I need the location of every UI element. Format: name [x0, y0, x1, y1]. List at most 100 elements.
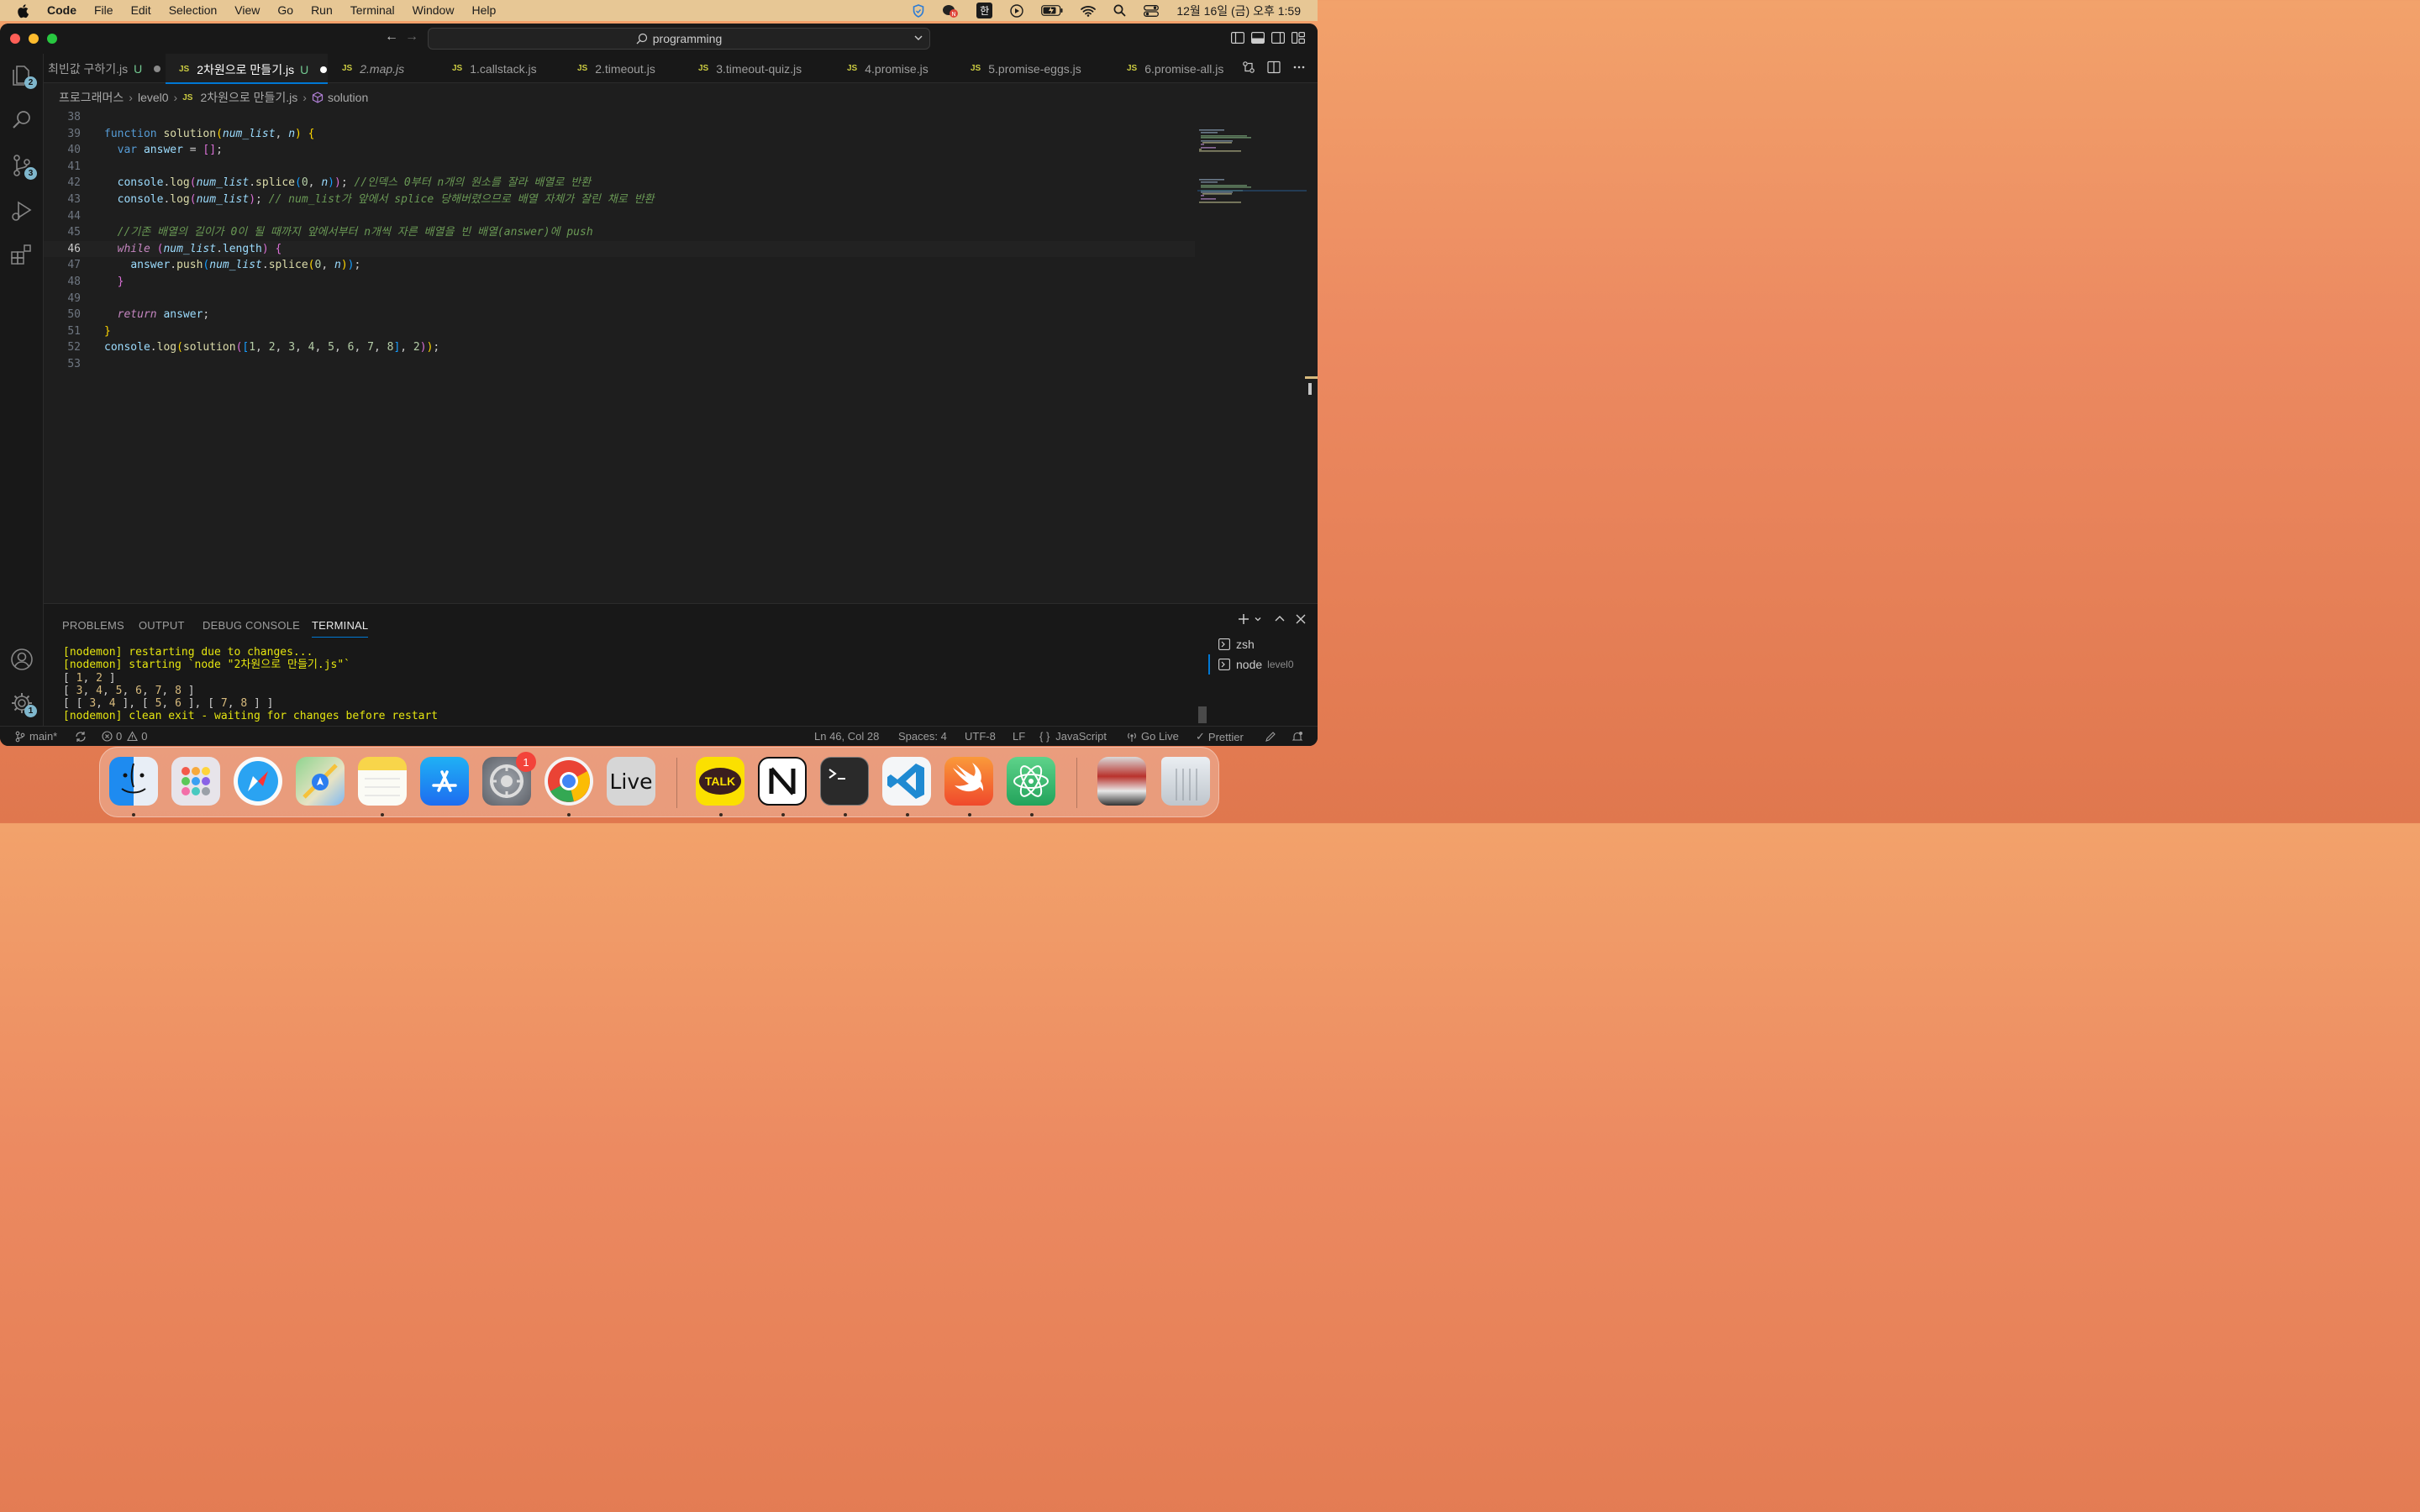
unsaved-dot-icon[interactable]	[154, 65, 161, 72]
run-debug-icon[interactable]	[9, 198, 34, 223]
menu-clock[interactable]: 12월 16일 (금) 오후 1:59	[1176, 3, 1301, 19]
sync-icon[interactable]	[75, 731, 87, 743]
search-icon[interactable]	[9, 108, 34, 133]
close-panel-icon[interactable]	[1294, 612, 1307, 626]
wifi-icon[interactable]	[1081, 5, 1097, 17]
tab-debug-console[interactable]: DEBUG CONSOLE	[203, 619, 300, 632]
breadcrumb-folder[interactable]: 프로그래머스	[59, 89, 124, 106]
swift-playgrounds-icon[interactable]	[944, 757, 993, 806]
forward-arrow-icon[interactable]: →	[405, 29, 418, 45]
end-of-line[interactable]: LF	[1013, 730, 1025, 743]
zoom-window-button[interactable]	[47, 34, 57, 44]
finder-icon[interactable]	[109, 757, 158, 806]
tab-callstack[interactable]: JS 1.callstack.js	[452, 54, 537, 83]
apple-icon[interactable]	[17, 3, 32, 18]
feedback-icon[interactable]	[1265, 731, 1276, 743]
menu-edit[interactable]: Edit	[131, 0, 151, 21]
customize-layout-icon[interactable]	[1292, 32, 1305, 44]
code-line[interactable]: 38	[44, 109, 1195, 126]
menu-app-name[interactable]: Code	[47, 0, 76, 21]
terminal-scrollbar[interactable]	[1198, 706, 1207, 723]
spotlight-search-icon[interactable]	[1113, 4, 1126, 17]
command-center-search[interactable]: programming	[428, 28, 930, 50]
code-line[interactable]: 50 return answer;	[44, 307, 1195, 323]
atom-icon[interactable]	[1007, 757, 1055, 806]
scrollbar-thumb[interactable]	[1308, 383, 1312, 395]
code-line[interactable]: 47 answer.push(num_list.splice(0, n));	[44, 257, 1195, 274]
open-changes-icon[interactable]	[1242, 60, 1255, 74]
explorer-icon[interactable]: 2	[9, 62, 37, 89]
encoding[interactable]: UTF-8	[965, 730, 996, 743]
unsaved-dot-icon[interactable]	[320, 66, 328, 73]
chrome-icon[interactable]	[544, 757, 593, 806]
menu-view[interactable]: View	[234, 0, 260, 21]
language-mode[interactable]: { } JavaScript	[1039, 730, 1107, 743]
tab-2d-array[interactable]: JS 2차원으로 만들기.js U	[166, 54, 328, 84]
menu-run[interactable]: Run	[311, 0, 333, 21]
battery-icon[interactable]	[1041, 5, 1063, 16]
minimap[interactable]	[1197, 129, 1307, 239]
code-line[interactable]: 52 console.log(solution([1, 2, 3, 4, 5, 6…	[44, 339, 1195, 356]
cursor-position[interactable]: Ln 46, Col 28	[814, 730, 879, 743]
live-app-icon[interactable]: Live	[607, 757, 655, 806]
breadcrumb-folder[interactable]: level0	[138, 91, 169, 104]
terminal-app-icon[interactable]	[820, 757, 869, 806]
tab-timeout-quiz[interactable]: JS 3.timeout-quiz.js	[698, 54, 802, 83]
input-source-icon[interactable]: 한	[976, 3, 993, 18]
extensions-icon[interactable]	[9, 242, 34, 267]
system-settings-icon[interactable]: 1	[482, 752, 536, 806]
menu-go[interactable]: Go	[277, 0, 293, 21]
tab-promise[interactable]: JS 4.promise.js	[847, 54, 929, 83]
tab-promise-eggs[interactable]: JS 5.promise-eggs.js	[971, 54, 1081, 83]
code-line[interactable]: 48 }	[44, 274, 1195, 291]
breadcrumb-file[interactable]: 2차원으로 만들기.js	[200, 89, 297, 106]
tab-problems[interactable]: PROBLEMS	[62, 619, 124, 632]
minimize-window-button[interactable]	[29, 34, 39, 44]
code-line[interactable]: 49	[44, 291, 1195, 307]
prettier-button[interactable]: ✓ Prettier	[1196, 730, 1244, 743]
play-circle-icon[interactable]	[1010, 3, 1024, 18]
tab-choibin[interactable]: 최빈값 구하기.js U	[48, 54, 161, 83]
toggle-panel-icon[interactable]	[1251, 32, 1265, 44]
manage-gear-icon[interactable]: 1	[9, 690, 37, 717]
code-line[interactable]: 46 while (num_list.length) {	[44, 240, 1195, 258]
accounts-icon[interactable]	[9, 647, 34, 672]
tab-output[interactable]: OUTPUT	[139, 619, 185, 632]
kakaotalk-icon[interactable]: TALK	[696, 757, 744, 806]
terminal-item-node[interactable]: node level0	[1208, 654, 1318, 675]
go-live-button[interactable]: Go Live	[1126, 730, 1179, 743]
split-editor-icon[interactable]	[1267, 60, 1281, 74]
trash-icon[interactable]	[1161, 757, 1210, 806]
terminal-output[interactable]: [nodemon] restarting due to changes... [n…	[63, 646, 438, 723]
chat-notification-icon[interactable]: N	[942, 3, 959, 18]
menu-terminal[interactable]: Terminal	[350, 0, 395, 21]
safari-icon[interactable]	[234, 757, 282, 806]
notifications-bell-icon[interactable]	[1292, 731, 1303, 743]
terminal-item-zsh[interactable]: zsh	[1208, 634, 1318, 654]
tab-terminal[interactable]: TERMINAL	[312, 619, 369, 638]
new-terminal-plus-icon[interactable]	[1237, 612, 1250, 626]
menu-file[interactable]: File	[94, 0, 113, 21]
code-line[interactable]: 39 function solution(num_list, n) {	[44, 126, 1195, 143]
notion-icon[interactable]	[758, 757, 807, 806]
toggle-secondary-sidebar-icon[interactable]	[1271, 32, 1285, 44]
vscode-app-icon[interactable]	[882, 757, 931, 806]
tab-timeout[interactable]: JS 2.timeout.js	[577, 54, 655, 83]
back-arrow-icon[interactable]: ←	[385, 29, 398, 45]
shield-icon[interactable]	[913, 3, 924, 18]
toggle-primary-sidebar-icon[interactable]	[1231, 32, 1244, 44]
breadcrumb-symbol[interactable]: solution	[328, 91, 368, 104]
maps-icon[interactable]	[296, 757, 345, 806]
chevron-down-icon[interactable]	[913, 32, 924, 44]
code-editor[interactable]: 38 39 function solution(num_list, n) {40 v…	[44, 109, 1318, 613]
chevron-down-icon[interactable]	[1254, 615, 1262, 623]
more-actions-icon[interactable]	[1292, 60, 1306, 74]
menu-help[interactable]: Help	[471, 0, 496, 21]
problems-indicator[interactable]: 0 0	[102, 730, 147, 743]
source-control-icon[interactable]: 3	[9, 153, 37, 180]
indentation[interactable]: Spaces: 4	[898, 730, 947, 743]
tab-promise-all[interactable]: JS 6.promise-all.js	[1127, 54, 1223, 83]
close-window-button[interactable]	[10, 34, 20, 44]
code-line[interactable]: 43 console.log(num_list); // num_list가 앞…	[44, 192, 1195, 208]
launchpad-icon[interactable]	[171, 757, 220, 806]
